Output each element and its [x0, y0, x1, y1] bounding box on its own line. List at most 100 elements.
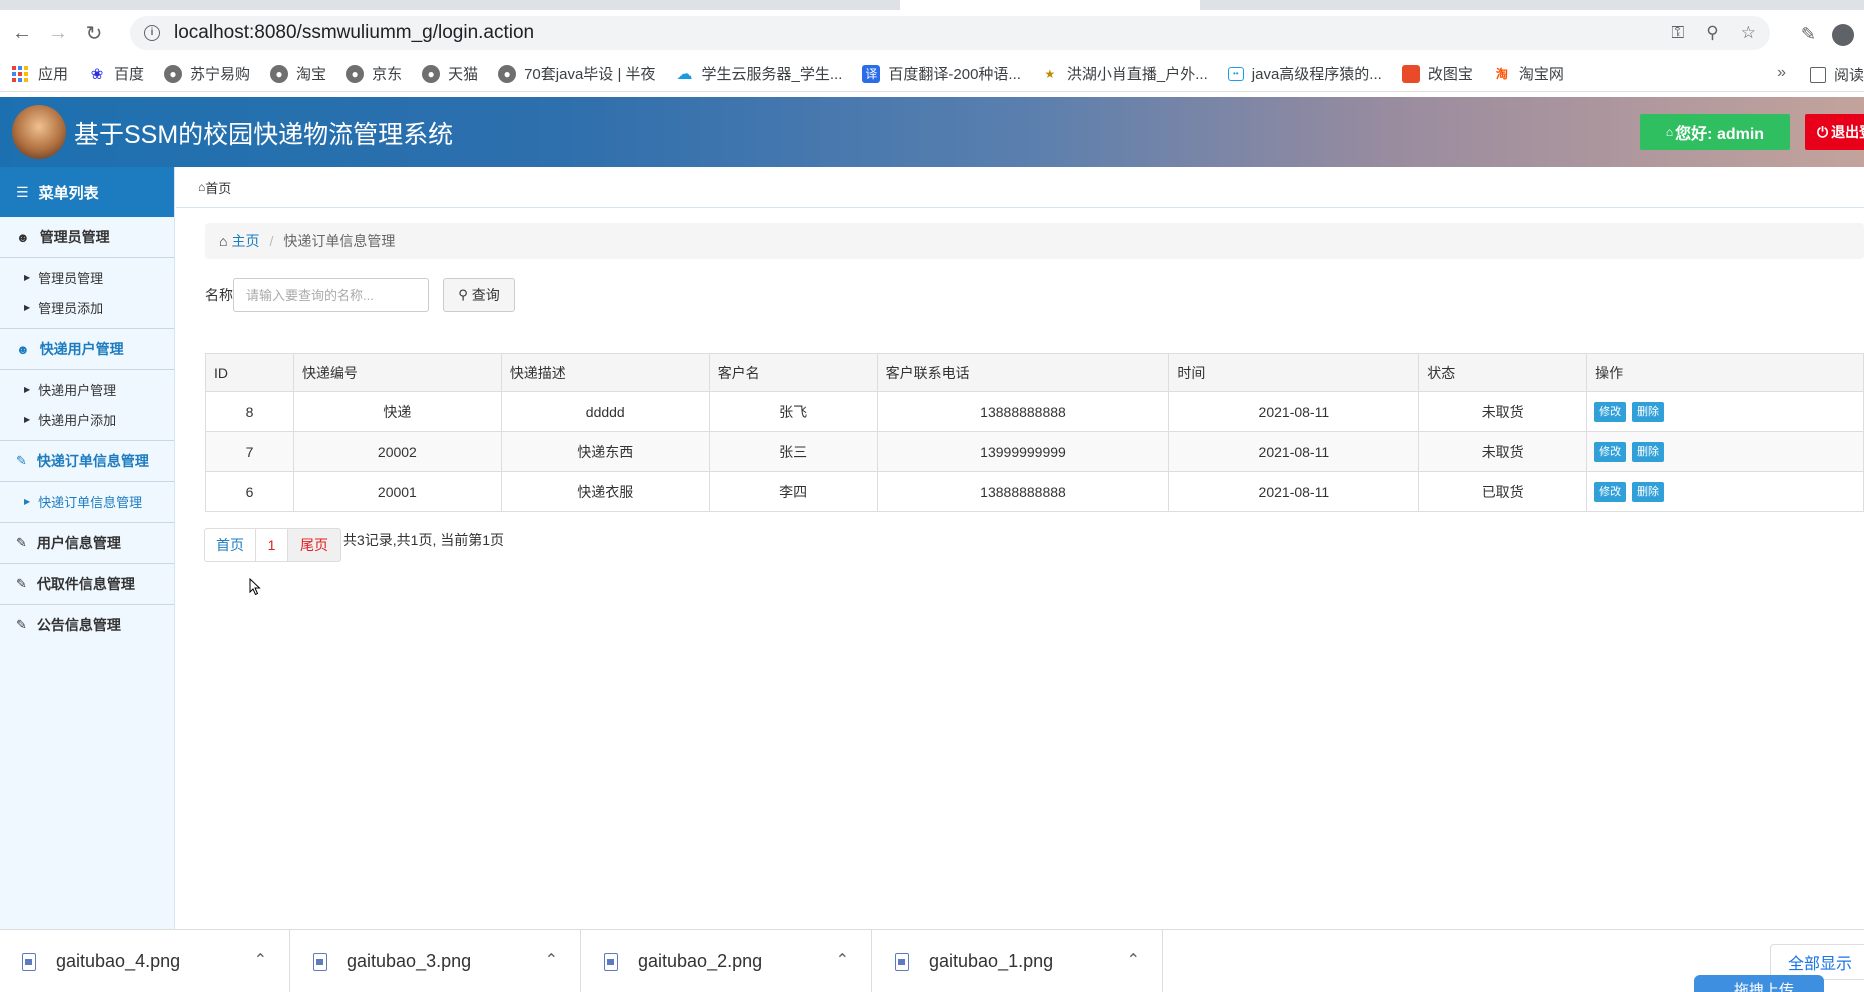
cell-id: 6	[205, 471, 294, 512]
table-row: 7 20002 快递东西 张三 13999999999 2021-08-11 未…	[205, 431, 1864, 472]
bookmark-item[interactable]: 译 百度翻译-200种语...	[862, 63, 1021, 84]
reload-button[interactable]: ↻	[80, 19, 108, 47]
globe-icon: ●	[164, 64, 183, 83]
cell-actions: 修改 删除	[1586, 471, 1864, 512]
zoom-icon[interactable]: ⚲	[1706, 23, 1718, 43]
power-icon: ⏻	[1817, 123, 1829, 140]
chevron-up-icon[interactable]: ⌃	[545, 950, 558, 970]
bookmark-item[interactable]: ● 天猫	[422, 63, 478, 84]
home-icon: ⌂	[219, 233, 228, 249]
cell-id: 8	[205, 391, 294, 432]
sidebar-group-title[interactable]: ✎ 代取件信息管理	[0, 564, 174, 604]
bookmark-item[interactable]: 改图宝	[1401, 63, 1473, 84]
live-icon: ★	[1044, 66, 1056, 81]
download-item[interactable]: gaitubao_4.png ⌃	[0, 930, 290, 992]
cell-phone: 13999999999	[876, 431, 1170, 472]
chevron-up-icon[interactable]: ⌃	[836, 950, 849, 970]
bilibili-icon: ••	[1227, 66, 1244, 81]
bookmark-item[interactable]: ● 淘宝	[270, 63, 326, 84]
edit-icon: ✎	[16, 617, 27, 632]
search-button[interactable]: ⚲ 查询	[443, 278, 515, 312]
pager-page-1[interactable]: 1	[255, 528, 288, 562]
logout-button[interactable]: ⏻ 退出登	[1805, 114, 1864, 150]
url-text[interactable]: localhost:8080/ssmwuliumm_g/login.action	[174, 22, 534, 44]
cloud-icon: ☁	[676, 65, 693, 83]
browser-tab[interactable]	[1200, 0, 1864, 10]
profile-avatar[interactable]	[1832, 24, 1854, 46]
browser-tab[interactable]	[0, 0, 900, 10]
column-header: 状态	[1418, 353, 1588, 392]
bookmark-item[interactable]: ● 70套java毕设 | 半夜	[498, 63, 656, 84]
edit-button[interactable]: 修改	[1594, 401, 1627, 422]
key-icon[interactable]: ⚿	[1671, 23, 1684, 43]
extensions-icon[interactable]: ✎	[1801, 24, 1816, 46]
chevron-up-icon[interactable]: ⌃	[1127, 950, 1140, 970]
breadcrumb: ⌂ 主页 / 快递订单信息管理	[205, 223, 1864, 259]
bookmarks-bar: 应用 ❀ 百度 ● 苏宁易购 ● 淘宝 ● 京东 ● 天猫 ● 70套java毕…	[0, 56, 1864, 92]
user-greeting-button[interactable]: ⌂ 您好: admin	[1640, 114, 1790, 150]
sidebar-group-title[interactable]: ✎ 公告信息管理	[0, 605, 174, 645]
cell-status: 未取货	[1418, 431, 1588, 472]
download-item[interactable]: gaitubao_2.png ⌃	[582, 930, 872, 992]
user-icon: ☻	[16, 229, 30, 245]
browser-tab-active[interactable]	[900, 0, 1200, 10]
sidebar: ☰ 菜单列表 ☻ 管理员管理 ▶ 管理员管理 ▶ 管理员添加 ☻ 快递用户管理 …	[0, 167, 175, 929]
drag-upload-widget[interactable]: 拖拽上传	[1694, 975, 1824, 992]
pager-last-button[interactable]: 尾页	[287, 528, 341, 562]
cell-actions: 修改 删除	[1586, 391, 1864, 432]
sidebar-group-title[interactable]: ✎ 用户信息管理	[0, 523, 174, 563]
address-bar[interactable]: i localhost:8080/ssmwuliumm_g/login.acti…	[130, 16, 1770, 50]
reading-list-button[interactable]: 阅读	[1809, 64, 1864, 85]
globe-icon: ●	[498, 64, 517, 83]
bookmark-item[interactable]: ★ 洪湖小肖直播_户外...	[1041, 63, 1208, 84]
cell-customer: 张三	[708, 431, 878, 472]
bookmark-item[interactable]: ❀ 百度	[88, 63, 144, 84]
sidebar-group-title[interactable]: ☻ 管理员管理	[0, 217, 174, 257]
sidebar-group-title[interactable]: ☻ 快递用户管理	[0, 329, 174, 369]
sidebar-item-express-order-manage[interactable]: ▶ 快递订单信息管理	[0, 486, 174, 516]
sidebar-item-express-user-add[interactable]: ▶ 快递用户添加	[0, 404, 174, 434]
home-icon: ⌂	[198, 180, 206, 194]
site-info-icon[interactable]: i	[144, 25, 160, 41]
delete-button[interactable]: 删除	[1632, 401, 1665, 422]
pagination: 首页 1 尾页 共3记录,共1页, 当前第1页	[204, 528, 504, 562]
back-button[interactable]: ←	[8, 19, 36, 47]
globe-icon: ●	[346, 64, 365, 83]
sidebar-item-admin-manage[interactable]: ▶ 管理员管理	[0, 262, 174, 292]
delete-button[interactable]: 删除	[1632, 441, 1665, 462]
sidebar-group-express-user: ☻ 快递用户管理 ▶ 快递用户管理 ▶ 快递用户添加	[0, 329, 174, 441]
search-label: 名称	[205, 287, 233, 303]
pager-first-button[interactable]: 首页	[204, 528, 256, 562]
edit-button[interactable]: 修改	[1594, 481, 1627, 502]
edit-button[interactable]: 修改	[1594, 441, 1627, 462]
bookmarks-more-button[interactable]: »	[1777, 64, 1786, 82]
download-item[interactable]: gaitubao_3.png ⌃	[291, 930, 581, 992]
forward-button[interactable]: →	[44, 19, 72, 47]
chevron-up-icon[interactable]: ⌃	[254, 950, 267, 970]
sidebar-item-express-user-manage[interactable]: ▶ 快递用户管理	[0, 374, 174, 404]
bookmark-item[interactable]: ● 京东	[346, 63, 402, 84]
table-header-row: ID 快递编号 快递描述 客户名 客户联系电话 时间 状态 操作	[205, 353, 1864, 392]
image-icon	[1401, 64, 1420, 83]
download-item[interactable]: gaitubao_1.png ⌃	[873, 930, 1163, 992]
column-header: 快递编号	[292, 353, 502, 392]
search-input[interactable]	[233, 278, 429, 312]
delete-button[interactable]: 删除	[1632, 481, 1665, 502]
top-crumb-home-link[interactable]: 首页	[205, 178, 231, 197]
bookmark-item[interactable]: ● 苏宁易购	[164, 63, 250, 84]
baidu-icon: ❀	[90, 65, 104, 83]
bookmark-apps[interactable]: 应用	[12, 63, 68, 84]
sidebar-item-admin-add[interactable]: ▶ 管理员添加	[0, 292, 174, 322]
top-crumb-bar: ⌂ 首页	[176, 167, 1864, 208]
cell-phone: 13888888888	[876, 471, 1170, 512]
bookmark-item[interactable]: ☁ 学生云服务器_学生...	[676, 63, 843, 84]
bookmark-item[interactable]: 淘 淘宝网	[1493, 63, 1564, 84]
star-icon[interactable]: ☆	[1741, 23, 1756, 43]
sidebar-group-title[interactable]: ✎ 快递订单信息管理	[0, 441, 174, 481]
cell-code: 20001	[292, 471, 502, 512]
app-title: 基于SSM的校园快递物流管理系统	[74, 121, 454, 149]
breadcrumb-home-link[interactable]: 主页	[231, 231, 259, 251]
bookmark-item[interactable]: •• java高级程序猿的...	[1227, 63, 1382, 84]
caret-right-icon: ▶	[24, 384, 31, 394]
mouse-cursor-icon	[249, 578, 261, 596]
